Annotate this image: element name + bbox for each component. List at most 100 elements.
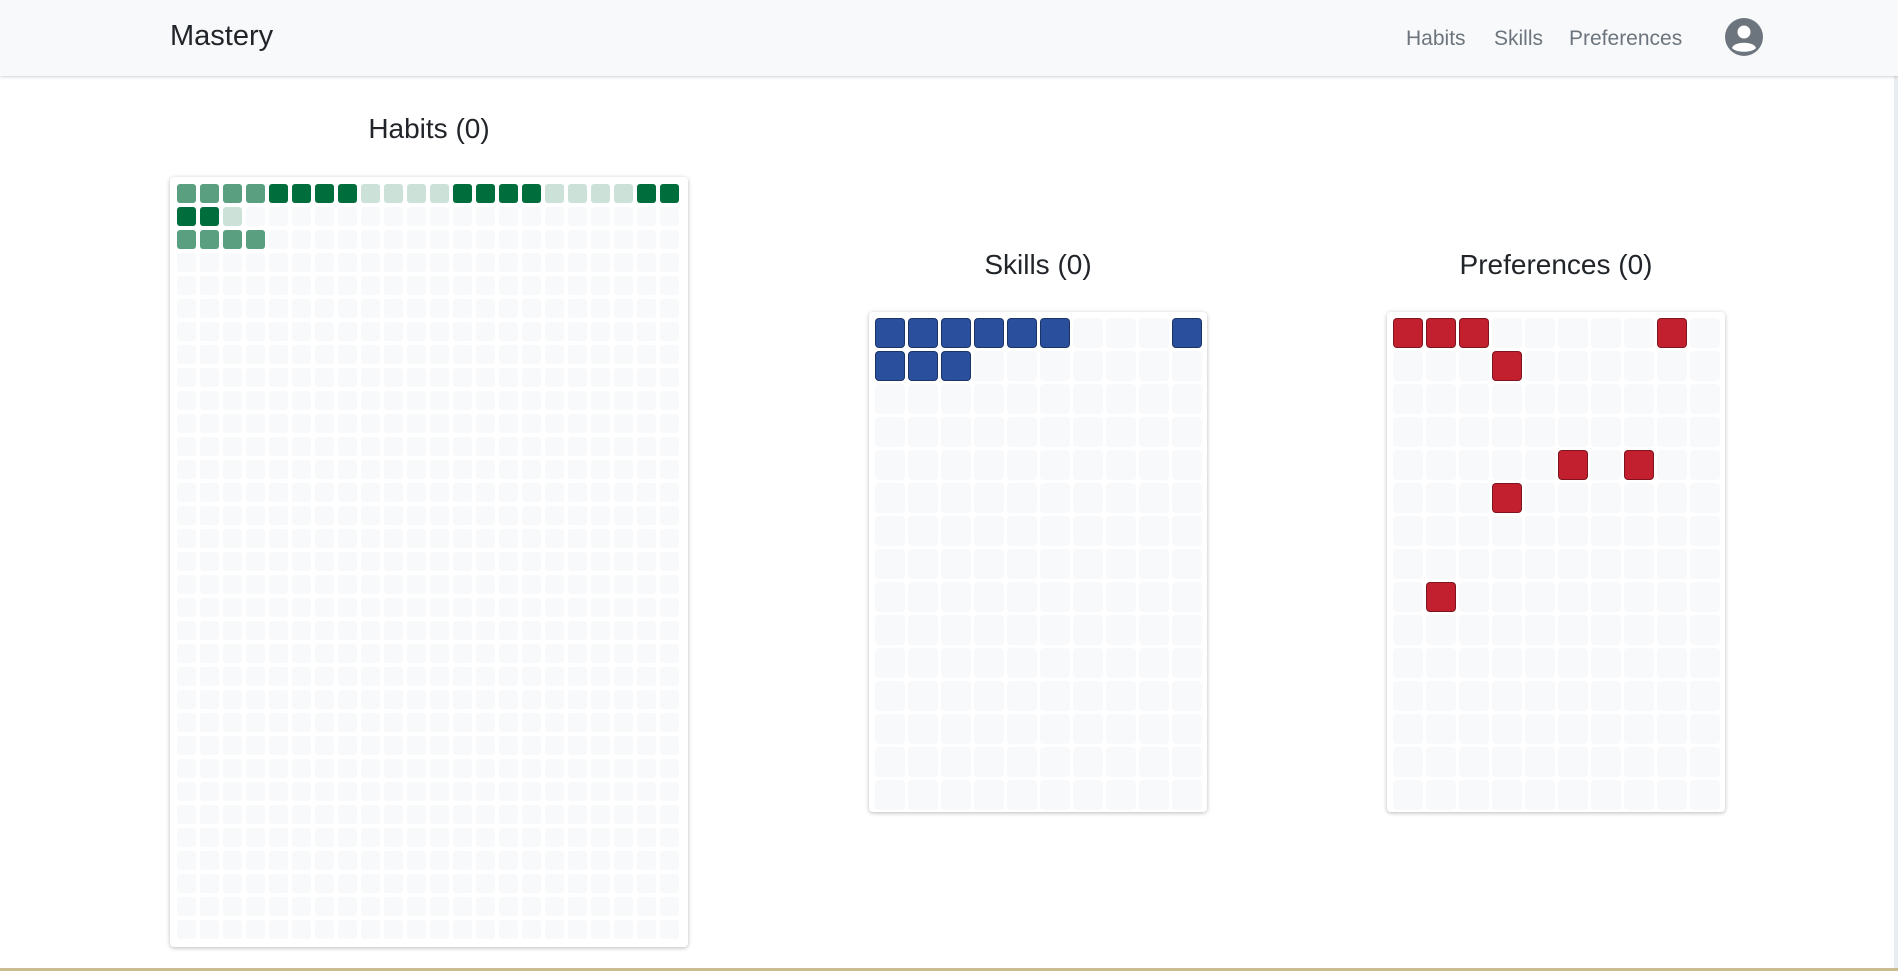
habit-cell[interactable] bbox=[246, 391, 265, 410]
preference-cell[interactable] bbox=[1426, 747, 1456, 777]
habit-cell[interactable] bbox=[476, 207, 495, 226]
skill-cell[interactable] bbox=[1040, 549, 1070, 579]
preference-cell[interactable] bbox=[1558, 417, 1588, 447]
habit-cell[interactable] bbox=[660, 460, 679, 479]
habit-cell[interactable] bbox=[476, 414, 495, 433]
skill-cell[interactable] bbox=[1139, 747, 1169, 777]
habit-cell[interactable] bbox=[430, 759, 449, 778]
preference-cell[interactable] bbox=[1426, 417, 1456, 447]
habit-cell[interactable] bbox=[407, 483, 426, 502]
habit-cell[interactable] bbox=[292, 391, 311, 410]
habit-cell[interactable] bbox=[200, 483, 219, 502]
habit-cell[interactable] bbox=[568, 621, 587, 640]
habit-cell[interactable] bbox=[568, 897, 587, 916]
habit-cell[interactable] bbox=[223, 368, 242, 387]
skill-cell[interactable] bbox=[941, 714, 971, 744]
habit-cell[interactable] bbox=[177, 345, 196, 364]
habit-cell[interactable] bbox=[246, 322, 265, 341]
habit-cell[interactable] bbox=[269, 460, 288, 479]
habit-cell[interactable] bbox=[591, 414, 610, 433]
preference-cell-filled[interactable] bbox=[1657, 318, 1687, 348]
preference-cell[interactable] bbox=[1558, 351, 1588, 381]
habit-cell[interactable] bbox=[269, 276, 288, 295]
habit-cell[interactable] bbox=[338, 713, 357, 732]
habit-cell[interactable] bbox=[407, 529, 426, 548]
skill-cell[interactable] bbox=[1073, 318, 1103, 348]
preference-cell[interactable] bbox=[1393, 384, 1423, 414]
skill-cell[interactable] bbox=[1040, 615, 1070, 645]
habit-cell[interactable] bbox=[338, 667, 357, 686]
habit-cell[interactable] bbox=[591, 299, 610, 318]
habit-cell[interactable] bbox=[177, 368, 196, 387]
habit-cell[interactable] bbox=[338, 345, 357, 364]
preference-cell[interactable] bbox=[1426, 681, 1456, 711]
preference-cell[interactable] bbox=[1459, 582, 1489, 612]
habit-cell[interactable] bbox=[269, 207, 288, 226]
habit-cell[interactable] bbox=[637, 322, 656, 341]
habit-cell[interactable] bbox=[591, 529, 610, 548]
habit-cell-filled[interactable] bbox=[499, 184, 518, 203]
habit-cell[interactable] bbox=[614, 437, 633, 456]
habit-cell[interactable] bbox=[522, 667, 541, 686]
preference-cell[interactable] bbox=[1690, 417, 1720, 447]
preference-cell[interactable] bbox=[1492, 318, 1522, 348]
habit-cell[interactable] bbox=[384, 253, 403, 272]
preference-cell[interactable] bbox=[1426, 384, 1456, 414]
habit-cell[interactable] bbox=[591, 345, 610, 364]
habit-cell[interactable] bbox=[660, 437, 679, 456]
skill-cell[interactable] bbox=[1073, 450, 1103, 480]
habit-cell[interactable] bbox=[338, 529, 357, 548]
habit-cell[interactable] bbox=[499, 874, 518, 893]
habit-cell[interactable] bbox=[660, 483, 679, 502]
habit-cell[interactable] bbox=[223, 391, 242, 410]
habit-cell[interactable] bbox=[545, 437, 564, 456]
habit-cell[interactable] bbox=[591, 276, 610, 295]
habit-cell[interactable] bbox=[476, 713, 495, 732]
preference-cell[interactable] bbox=[1657, 648, 1687, 678]
habit-cell[interactable] bbox=[568, 874, 587, 893]
habit-cell[interactable] bbox=[361, 506, 380, 525]
habit-cell[interactable] bbox=[246, 621, 265, 640]
habit-cell[interactable] bbox=[269, 690, 288, 709]
habit-cell[interactable] bbox=[338, 759, 357, 778]
habit-cell[interactable] bbox=[476, 299, 495, 318]
skill-cell[interactable] bbox=[1139, 417, 1169, 447]
habit-cell-filled[interactable] bbox=[361, 184, 380, 203]
habit-cell[interactable] bbox=[476, 276, 495, 295]
skill-cell-filled[interactable] bbox=[1040, 318, 1070, 348]
habit-cell[interactable] bbox=[591, 230, 610, 249]
habit-cell[interactable] bbox=[591, 851, 610, 870]
habit-cell[interactable] bbox=[660, 414, 679, 433]
skill-cell[interactable] bbox=[1172, 714, 1202, 744]
habit-cell[interactable] bbox=[614, 414, 633, 433]
habit-cell[interactable] bbox=[338, 805, 357, 824]
skill-cell[interactable] bbox=[1139, 582, 1169, 612]
habit-cell[interactable] bbox=[361, 368, 380, 387]
habit-cell[interactable] bbox=[177, 299, 196, 318]
habit-cell[interactable] bbox=[568, 782, 587, 801]
habit-cell[interactable] bbox=[660, 345, 679, 364]
habit-cell[interactable] bbox=[246, 736, 265, 755]
habit-cell[interactable] bbox=[660, 690, 679, 709]
skill-cell[interactable] bbox=[1172, 648, 1202, 678]
habit-cell[interactable] bbox=[315, 207, 334, 226]
habit-cell[interactable] bbox=[430, 391, 449, 410]
habit-cell[interactable] bbox=[637, 575, 656, 594]
habit-cell[interactable] bbox=[453, 414, 472, 433]
skill-cell-filled[interactable] bbox=[941, 351, 971, 381]
habit-cell[interactable] bbox=[499, 391, 518, 410]
skill-cell[interactable] bbox=[974, 648, 1004, 678]
habit-cell[interactable] bbox=[338, 391, 357, 410]
habit-cell[interactable] bbox=[637, 460, 656, 479]
habit-cell[interactable] bbox=[338, 575, 357, 594]
skill-cell[interactable] bbox=[1106, 747, 1136, 777]
skill-cell[interactable] bbox=[1172, 615, 1202, 645]
habit-cell[interactable] bbox=[292, 828, 311, 847]
habit-cell[interactable] bbox=[223, 690, 242, 709]
habit-cell[interactable] bbox=[614, 598, 633, 617]
habit-cell-filled[interactable] bbox=[453, 184, 472, 203]
habit-cell[interactable] bbox=[407, 874, 426, 893]
skill-cell[interactable] bbox=[875, 615, 905, 645]
preference-cell[interactable] bbox=[1624, 648, 1654, 678]
habit-cell[interactable] bbox=[338, 299, 357, 318]
